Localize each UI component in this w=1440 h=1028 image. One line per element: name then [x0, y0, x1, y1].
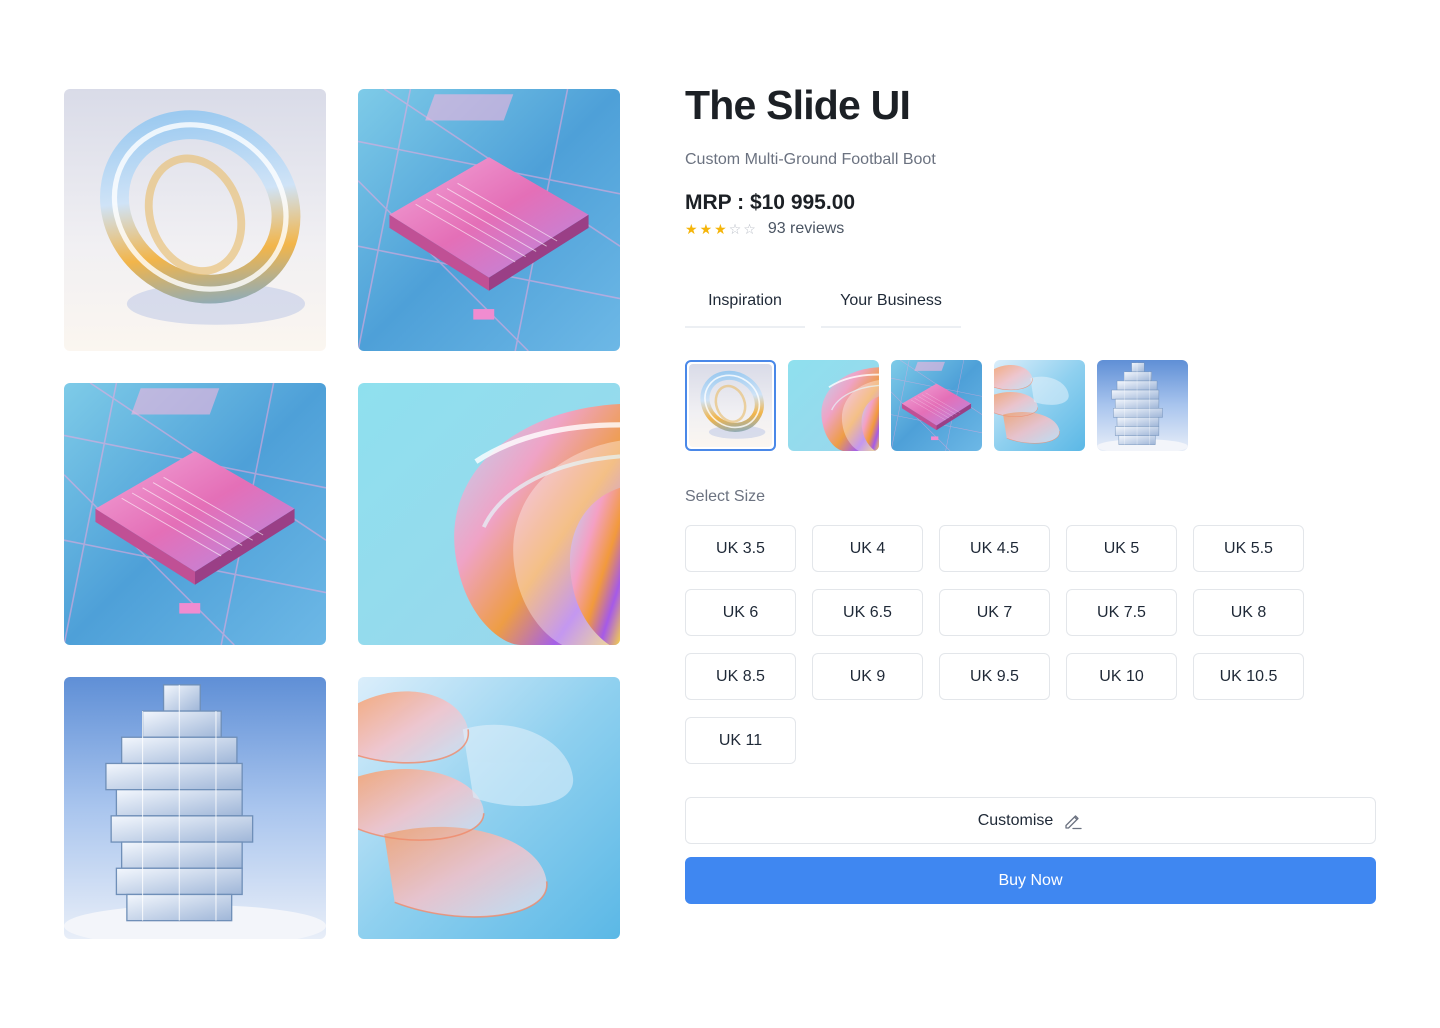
customise-button[interactable]: Customise [685, 797, 1376, 844]
iridescent-swirl-thumb[interactable] [788, 360, 879, 451]
chip-pink-image[interactable] [358, 89, 620, 351]
buy-now-label: Buy Now [998, 871, 1063, 889]
size-button[interactable]: UK 4 [812, 525, 923, 572]
size-grid: UK 3.5 UK 4 UK 4.5 UK 5 UK 5.5 UK 6 UK 6… [685, 525, 1377, 764]
chip-blue-image[interactable] [64, 383, 326, 645]
size-button[interactable]: UK 11 [685, 717, 796, 764]
glass-blocks-thumb[interactable] [1097, 360, 1188, 451]
star-empty-icon: ☆ [728, 221, 742, 237]
reviews-link[interactable]: 93 reviews [768, 220, 844, 238]
product-price: MRP : $10 995.00 [685, 191, 856, 214]
size-button[interactable]: UK 8.5 [685, 653, 796, 700]
size-button[interactable]: UK 6.5 [812, 589, 923, 636]
tab-bar: Inspiration Your Business [685, 276, 1377, 328]
size-button[interactable]: UK 4.5 [939, 525, 1050, 572]
star-filled-icon: ★ [699, 221, 713, 237]
glass-sheets-thumb[interactable] [994, 360, 1085, 451]
size-button[interactable]: UK 6 [685, 589, 796, 636]
pencil-icon [1063, 811, 1083, 831]
tab-inspiration[interactable]: Inspiration [685, 276, 805, 328]
size-button[interactable]: UK 5 [1066, 525, 1177, 572]
star-filled-icon: ★ [714, 221, 727, 237]
size-button[interactable]: UK 3.5 [685, 525, 796, 572]
glass-blocks-image[interactable] [64, 677, 326, 939]
size-button[interactable]: UK 5.5 [1193, 525, 1304, 572]
star-empty-icon: ☆ [743, 221, 756, 237]
buy-now-button[interactable]: Buy Now [685, 857, 1376, 904]
product-subtitle: Custom Multi-Ground Football Boot [685, 151, 936, 168]
star-rating: ★ ★ ★ ☆ ☆ [685, 222, 756, 236]
size-button[interactable]: UK 10 [1066, 653, 1177, 700]
size-button[interactable]: UK 10.5 [1193, 653, 1304, 700]
iridescent-swirl-image[interactable] [358, 383, 620, 645]
product-gallery [64, 89, 620, 939]
size-button[interactable]: UK 9 [812, 653, 923, 700]
glass-sheets-image[interactable] [358, 677, 620, 939]
size-button[interactable]: UK 7 [939, 589, 1050, 636]
size-button[interactable]: UK 9.5 [939, 653, 1050, 700]
select-size-label: Select Size [685, 488, 766, 505]
chip-thumb[interactable] [891, 360, 982, 451]
tab-your-business[interactable]: Your Business [821, 276, 961, 328]
product-title: The Slide UI [685, 82, 911, 128]
size-button[interactable]: UK 8 [1193, 589, 1304, 636]
glass-ring-image[interactable] [64, 89, 326, 351]
glass-ring-thumb[interactable] [685, 360, 776, 451]
star-filled-icon: ★ [685, 221, 698, 237]
thumbnail-strip [685, 360, 1377, 451]
rating: ★ ★ ★ ☆ ☆ 93 reviews [685, 220, 1377, 238]
product-details: The Slide UI Custom Multi-Ground Footbal… [685, 80, 1377, 904]
size-button[interactable]: UK 7.5 [1066, 589, 1177, 636]
customise-label: Customise [977, 811, 1054, 829]
